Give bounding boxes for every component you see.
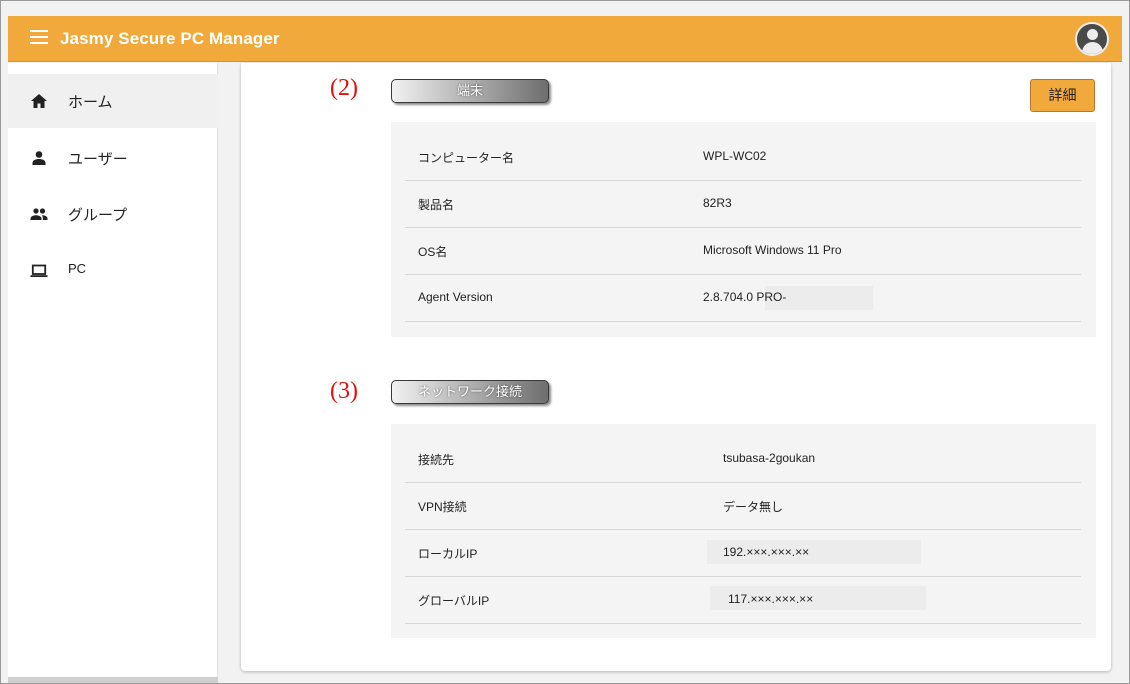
table-row: VPN接続 データ無し: [405, 483, 1081, 530]
app-title: Jasmy Secure PC Manager: [60, 29, 280, 48]
row-value: WPL-WC02: [703, 149, 767, 163]
row-key: 接続先: [418, 453, 455, 467]
table-row: Agent Version 2.8.704.0 PRO-: [405, 275, 1081, 322]
sidebar-item-users[interactable]: ユーザー: [8, 131, 218, 185]
app-bar: Jasmy Secure PC Manager: [8, 16, 1122, 62]
table-row: 製品名 82R3: [405, 181, 1081, 228]
sidebar-scrollbar[interactable]: [8, 677, 218, 683]
sidebar: ホーム ユーザー グループ PC: [8, 63, 218, 683]
table-row: ローカルIP 192.×××.×××.××: [405, 530, 1081, 577]
sidebar-item-groups[interactable]: グループ: [8, 187, 218, 241]
home-icon: [31, 94, 47, 108]
terminal-info-panel: コンピューター名 WPL-WC02 製品名 82R3 OS名 Microsoft…: [391, 122, 1096, 337]
annotation-number: (2): [330, 75, 358, 101]
table-row: OS名 Microsoft Windows 11 Pro: [405, 228, 1081, 275]
row-key: 製品名: [418, 198, 455, 212]
row-value: Microsoft Windows 11 Pro: [703, 243, 842, 257]
account-avatar-icon[interactable]: [1075, 22, 1109, 56]
laptop-icon: [30, 264, 48, 277]
table-row: 接続先 tsubasa-2goukan: [405, 436, 1081, 483]
row-key: ローカルIP: [418, 547, 478, 561]
row-key: Agent Version: [418, 290, 493, 304]
row-key: VPN接続: [418, 500, 467, 514]
sidebar-item-label: ユーザー: [68, 151, 128, 168]
row-key: コンピューター名: [418, 151, 515, 165]
row-value: 82R3: [703, 196, 732, 210]
sidebar-item-label: PC: [68, 261, 87, 276]
network-info-panel: 接続先 tsubasa-2goukan VPN接続 データ無し ローカルIP 1…: [391, 424, 1096, 638]
main-content: (2) 端末 詳細 コンピューター名 WPL-WC02 製品名 82R3 OS名…: [241, 63, 1111, 671]
section-header-network: ネットワーク接続: [391, 380, 549, 404]
row-key: OS名: [418, 245, 448, 259]
table-row: コンピューター名 WPL-WC02: [405, 134, 1081, 181]
sidebar-item-pc[interactable]: PC: [8, 244, 218, 298]
row-value: 117.×××.×××.××: [728, 592, 814, 606]
app-window: Jasmy Secure PC Manager ホーム ユーザー グループ PC…: [0, 0, 1130, 684]
hamburger-menu-icon[interactable]: [30, 30, 48, 46]
group-icon: [30, 208, 48, 220]
table-row: グローバルIP 117.×××.×××.××: [405, 577, 1081, 624]
row-value: データ無し: [723, 500, 784, 514]
annotation-number: (3): [330, 378, 358, 404]
row-value: tsubasa-2goukan: [723, 451, 816, 465]
section-header-terminal: 端末: [391, 79, 549, 103]
row-key: グローバルIP: [418, 594, 490, 608]
person-icon: [32, 151, 46, 165]
row-value: 2.8.704.0 PRO-: [703, 290, 787, 304]
detail-button[interactable]: 詳細: [1030, 79, 1095, 112]
sidebar-item-label: ホーム: [68, 94, 113, 111]
sidebar-item-label: グループ: [68, 207, 128, 224]
sidebar-item-home[interactable]: ホーム: [8, 74, 218, 128]
row-value: 192.×××.×××.××: [723, 545, 810, 559]
